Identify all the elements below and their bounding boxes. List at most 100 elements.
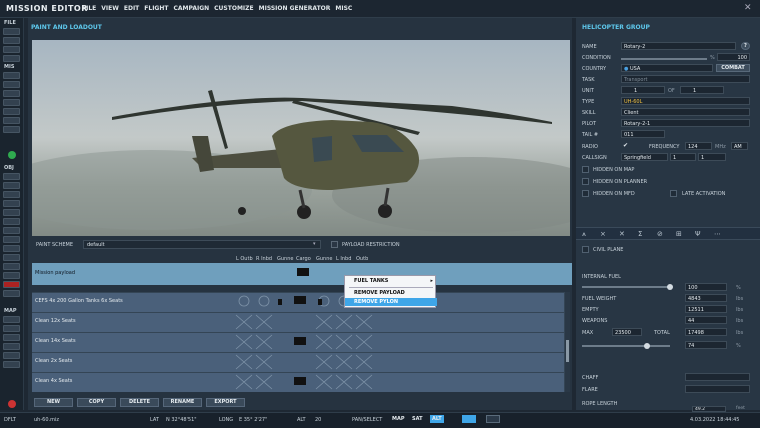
layers-toggle-icon[interactable] xyxy=(486,415,500,423)
menu-file[interactable]: FILE xyxy=(82,5,96,12)
summary-icon[interactable]: Σ xyxy=(638,230,642,238)
internal-fuel-knob[interactable] xyxy=(667,284,673,290)
layer-icon[interactable] xyxy=(3,290,20,297)
hidden-mfd-checkbox[interactable] xyxy=(582,190,589,197)
grid-icon[interactable] xyxy=(3,352,20,359)
late-activation-checkbox[interactable] xyxy=(670,190,677,197)
type-select[interactable]: UH-60L xyxy=(621,97,750,105)
nav-point-icon[interactable] xyxy=(3,236,20,243)
menu-flight[interactable]: FLIGHT xyxy=(144,5,168,12)
triggered-actions-icon[interactable]: ⨯ xyxy=(600,230,606,238)
hidden-planner-checkbox[interactable] xyxy=(582,178,589,185)
red-unit-icon[interactable] xyxy=(3,272,20,279)
frequency-input[interactable]: 124 xyxy=(685,142,712,150)
menu-edit[interactable]: EDIT xyxy=(124,5,139,12)
open-folder-icon[interactable] xyxy=(3,37,20,44)
route-icon[interactable]: ⩚ xyxy=(582,230,586,239)
paint-scheme-select[interactable]: default xyxy=(83,240,321,249)
template-icon[interactable] xyxy=(3,227,20,234)
country-select[interactable]: ● USA xyxy=(621,64,713,72)
close-icon[interactable]: ✕ xyxy=(744,3,752,13)
zoom-icon[interactable] xyxy=(3,334,20,341)
map-view-button[interactable]: MAP xyxy=(390,415,407,423)
satellite-icon[interactable] xyxy=(3,325,20,332)
menu-customize[interactable]: CUSTOMIZE xyxy=(214,5,253,12)
airplane-icon[interactable] xyxy=(3,173,20,180)
help-button[interactable]: ? xyxy=(741,42,750,50)
internal-fuel-input[interactable]: 100 xyxy=(685,283,727,291)
ruler-toggle-icon[interactable] xyxy=(462,415,476,423)
options-icon[interactable] xyxy=(3,126,20,133)
helicopter-icon[interactable] xyxy=(3,182,20,189)
radio-tab-icon[interactable]: Ψ xyxy=(695,230,701,238)
delete-button[interactable]: DELETE xyxy=(120,398,159,407)
skill-select[interactable]: Client xyxy=(621,108,750,116)
menu-campaign[interactable]: CAMPAIGN xyxy=(173,5,209,12)
payload-restriction-checkbox[interactable] xyxy=(331,241,338,248)
copy-button[interactable]: COPY xyxy=(77,398,116,407)
save-icon[interactable] xyxy=(3,46,20,53)
briefing-icon[interactable] xyxy=(3,108,20,115)
add-icon[interactable]: ⊞ xyxy=(676,230,682,238)
scrollbar-thumb[interactable] xyxy=(566,340,569,362)
export-button[interactable]: EXPORT xyxy=(206,398,245,407)
hidden-map-checkbox[interactable] xyxy=(582,166,589,173)
internal-fuel-slider[interactable] xyxy=(582,286,670,288)
mission-icon[interactable] xyxy=(3,72,20,79)
bullseye-icon[interactable] xyxy=(3,263,20,270)
ruler-icon[interactable] xyxy=(3,254,20,261)
fuel-weight-value[interactable]: 4843 xyxy=(685,294,727,302)
save-as-icon[interactable] xyxy=(3,55,20,62)
combat-button[interactable]: COMBAT xyxy=(716,64,750,72)
condition-slider[interactable] xyxy=(621,58,707,60)
callsign-select[interactable]: Springfield xyxy=(621,153,668,161)
static-icon[interactable] xyxy=(3,209,20,216)
load-pct-value[interactable]: 74 xyxy=(685,341,727,349)
menu-item-remove-payload[interactable]: REMOVE PAYLOAD xyxy=(345,289,437,297)
pan-select-mode[interactable]: PAN/SELECT xyxy=(352,417,382,423)
task-select[interactable]: Transport xyxy=(621,75,750,83)
menu-item-fuel-tanks[interactable]: FUEL TANKS ▸ xyxy=(345,277,437,285)
new-button[interactable]: NEW xyxy=(34,398,73,407)
callsign-number-1[interactable]: 1 xyxy=(670,153,696,161)
unit-input[interactable]: 1 xyxy=(621,86,665,94)
helicopter-preview[interactable] xyxy=(32,40,570,236)
civil-plane-checkbox[interactable] xyxy=(582,246,589,253)
flare-input[interactable] xyxy=(685,385,750,393)
alt-view-button[interactable]: ALT xyxy=(430,415,444,423)
radio-check-icon[interactable]: ✔ xyxy=(623,142,628,149)
condition-input[interactable]: 100 xyxy=(717,53,750,61)
cargo-slot-icon[interactable] xyxy=(297,268,309,276)
new-file-icon[interactable] xyxy=(3,28,20,35)
chaff-input[interactable] xyxy=(685,373,750,381)
ship-icon[interactable] xyxy=(3,191,20,198)
modulation-select[interactable]: AM xyxy=(731,142,748,150)
zone-icon[interactable] xyxy=(3,218,20,225)
failures-icon[interactable]: ⊘ xyxy=(657,230,663,238)
menu-view[interactable]: VIEW xyxy=(101,5,119,12)
check-icon[interactable] xyxy=(3,117,20,124)
red-square-icon[interactable] xyxy=(3,281,20,288)
sat-view-button[interactable]: SAT xyxy=(410,415,425,423)
drawing-icon[interactable] xyxy=(3,245,20,252)
goals-icon[interactable] xyxy=(3,81,20,88)
load-slider[interactable] xyxy=(582,345,670,347)
payload-icon[interactable]: ✕ xyxy=(619,230,625,238)
unit-total-input[interactable]: 1 xyxy=(680,86,724,94)
weather-icon[interactable] xyxy=(3,99,20,106)
more-icon[interactable]: ⋯ xyxy=(714,230,721,238)
map-icon[interactable] xyxy=(3,316,20,323)
play-icon[interactable] xyxy=(8,151,16,159)
power-icon[interactable] xyxy=(8,400,16,408)
triggers-icon[interactable] xyxy=(3,90,20,97)
filter-icon[interactable] xyxy=(3,361,20,368)
center-icon[interactable] xyxy=(3,343,20,350)
tail-input[interactable]: 011 xyxy=(621,130,665,138)
rename-button[interactable]: RENAME xyxy=(163,398,202,407)
pilot-input[interactable]: Rotary-2-1 xyxy=(621,119,750,127)
menu-item-remove-pylon[interactable]: REMOVE PYLON xyxy=(345,298,437,306)
name-input[interactable]: Rotary-2 xyxy=(621,42,736,50)
callsign-number-2[interactable]: 1 xyxy=(698,153,726,161)
vehicle-icon[interactable] xyxy=(3,200,20,207)
menu-misc[interactable]: MISC xyxy=(335,5,352,12)
